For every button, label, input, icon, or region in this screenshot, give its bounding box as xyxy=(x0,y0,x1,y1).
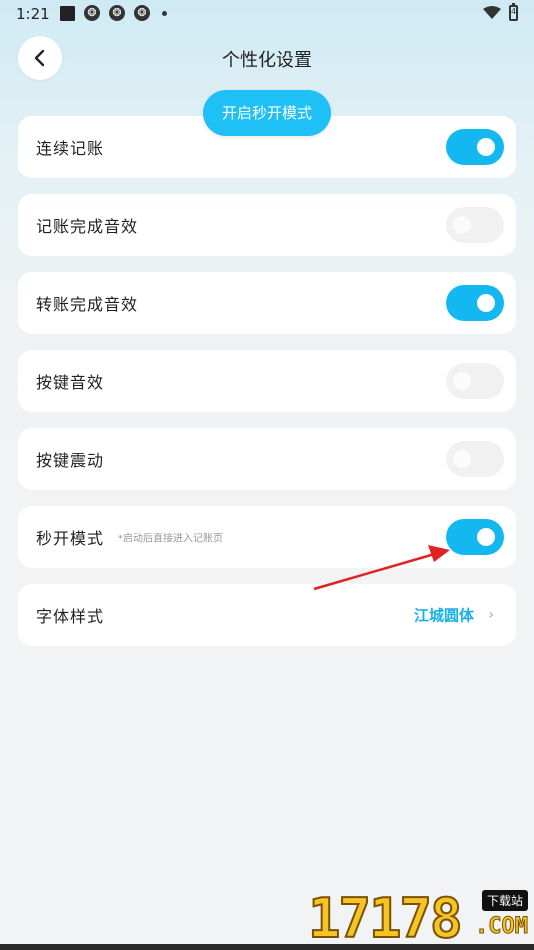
page-title: 个性化设置 xyxy=(222,50,312,71)
status-time: 1:21 xyxy=(16,5,50,23)
quick-open-tooltip: 开启秒开模式 xyxy=(203,90,331,136)
toggle-knob xyxy=(453,372,471,390)
setting-label: 转账完成音效 xyxy=(36,295,139,314)
key-sound-toggle[interactable] xyxy=(446,363,504,399)
battery-label: 4 xyxy=(511,7,517,16)
toggle-knob xyxy=(477,528,495,546)
notification-icon: ❂ xyxy=(109,5,125,21)
setting-row-key-vibration: 按键震动 xyxy=(18,428,516,490)
setting-label: 按键震动 xyxy=(36,451,105,470)
entry-complete-sound-toggle[interactable] xyxy=(446,207,504,243)
setting-label: 秒开模式 xyxy=(36,529,105,548)
setting-hint: *启动后直接进入记账页 xyxy=(118,533,223,545)
setting-row-entry-complete-sound: 记账完成音效 xyxy=(18,194,516,256)
chevron-right-icon: › xyxy=(488,607,494,623)
annotation-arrow-icon xyxy=(313,545,450,591)
toggle-knob xyxy=(477,294,495,312)
setting-label: 连续记账 xyxy=(36,139,105,158)
more-notifications-dot-icon xyxy=(162,11,167,16)
font-style-value: 江城圆体 xyxy=(413,606,474,625)
battery-icon: 4 xyxy=(509,3,518,21)
notification-icon: ❂ xyxy=(134,5,150,21)
setting-label: 记账完成音效 xyxy=(36,217,139,236)
notification-icon: ❂ xyxy=(84,5,100,21)
toggle-knob xyxy=(453,450,471,468)
setting-row-key-sound: 按键音效 xyxy=(18,350,516,412)
status-bar: 1:21 ❂ ❂ ❂ 4 xyxy=(0,0,534,28)
transfer-complete-sound-toggle[interactable] xyxy=(446,285,504,321)
watermark-suffix: .COM xyxy=(475,914,529,940)
continuous-entry-toggle[interactable] xyxy=(446,129,504,165)
toggle-knob xyxy=(477,138,495,156)
setting-label: 按键音效 xyxy=(36,373,105,392)
key-vibration-toggle[interactable] xyxy=(446,441,504,477)
watermark-number: 17178 xyxy=(307,887,464,950)
watermark-tag: 下载站 xyxy=(481,890,528,911)
navigation-bar xyxy=(0,944,534,950)
wifi-icon xyxy=(483,6,501,19)
notification-square-icon xyxy=(60,6,75,21)
setting-row-transfer-complete-sound: 转账完成音效 xyxy=(18,272,516,334)
toggle-knob xyxy=(453,216,471,234)
setting-label: 字体样式 xyxy=(36,607,105,626)
watermark-logo: 17178 下载站 .COM xyxy=(307,887,534,950)
